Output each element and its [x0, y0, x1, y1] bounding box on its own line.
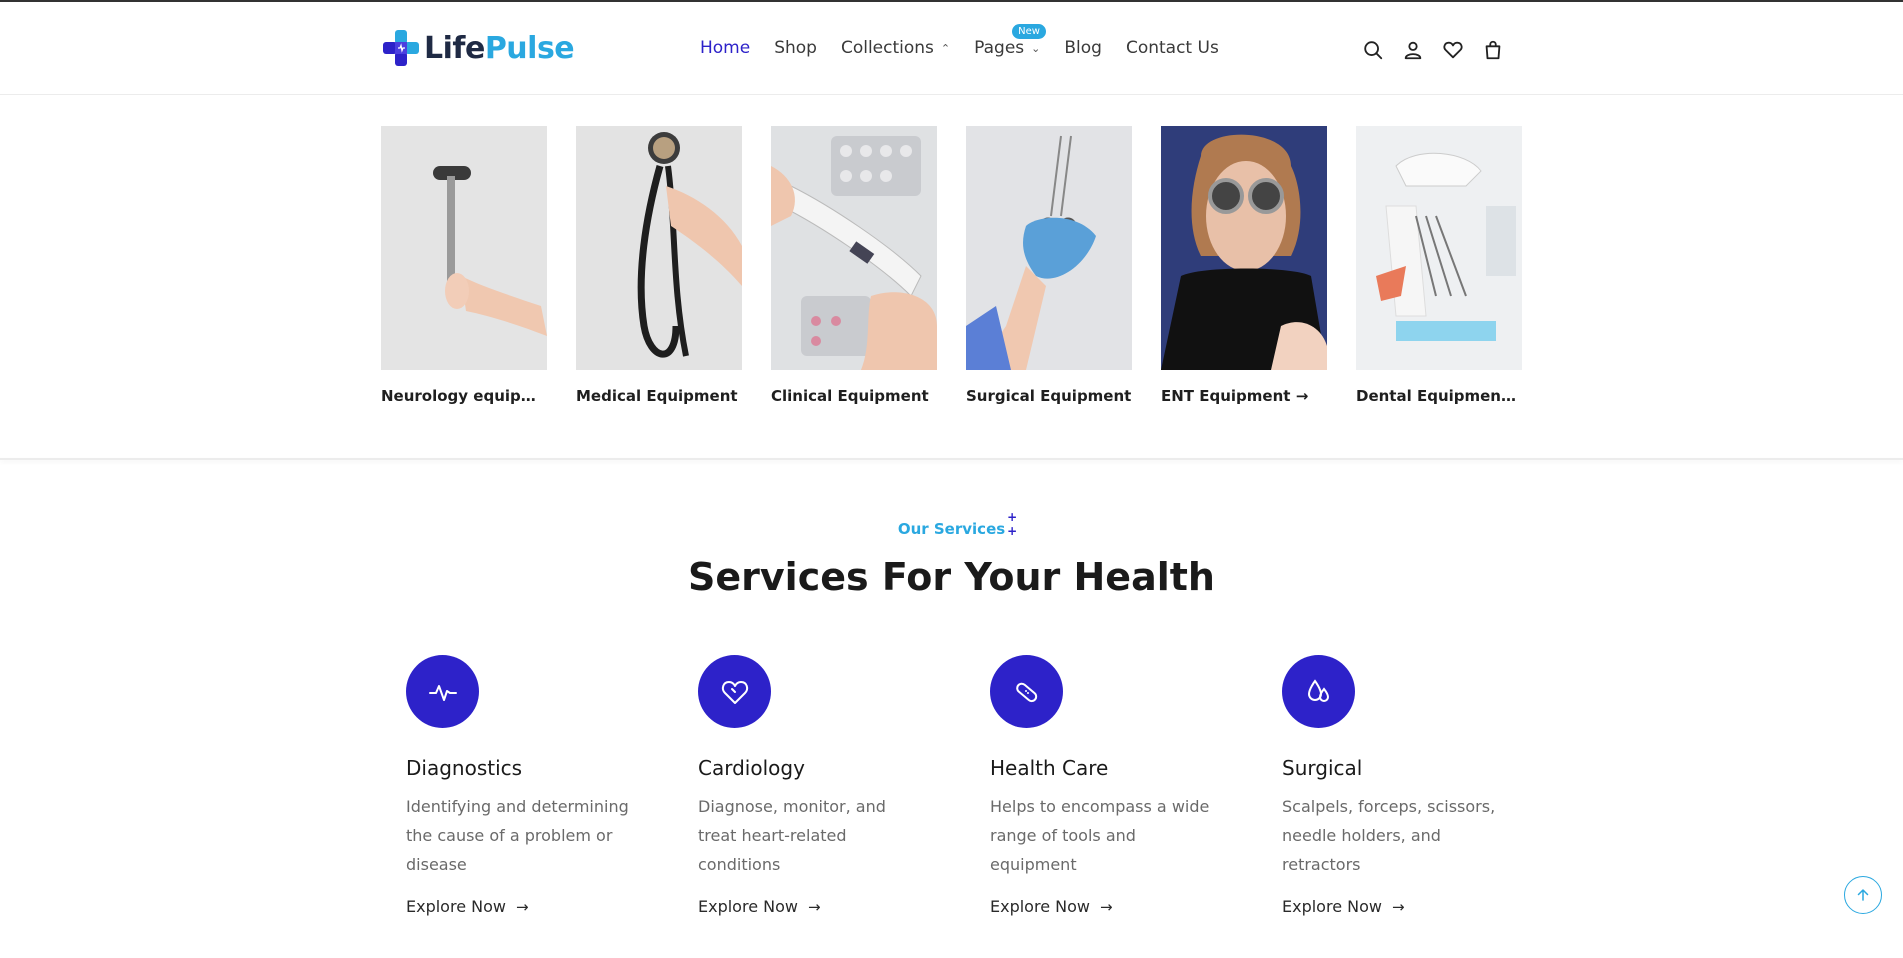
explore-now-label: Explore Now [406, 897, 506, 916]
category-carousel: Neurology equipment Medical Equipment Cl… [381, 126, 1522, 405]
nav-pages-label: Pages [974, 38, 1025, 58]
logo[interactable]: Life Pulse [381, 28, 575, 68]
nav-blog-label: Blog [1064, 38, 1102, 58]
nav-contact[interactable]: Contact Us [1126, 38, 1219, 58]
section-eyebrow: Our Services + + [0, 510, 1903, 538]
nav-home-label: Home [700, 38, 751, 58]
service-title: Health Care [990, 756, 1109, 780]
category-label-text: ENT Equipment [1161, 387, 1291, 405]
chevron-up-icon: ⌃ [940, 41, 951, 55]
arrow-right-icon: → [1391, 897, 1405, 916]
bandage-icon [990, 655, 1063, 728]
category-card[interactable]: Neurology equipment [381, 126, 547, 405]
user-icon[interactable] [1401, 38, 1425, 62]
main-nav: Home Shop Collections ⌃ Pages ⌄ New Blog Co… [700, 24, 1243, 58]
pulse-icon [406, 655, 479, 728]
category-image-stethoscope[interactable] [576, 126, 742, 370]
service-card-cardiology: Cardiology Diagnose, monitor, and treat … [698, 655, 990, 916]
nav-pages[interactable]: Pages ⌄ New [974, 24, 1046, 58]
chevron-down-icon: ⌄ [1031, 41, 1041, 55]
heart-icon [698, 655, 771, 728]
arrow-right-icon: → [515, 897, 529, 916]
category-label[interactable]: Dental Equipment → [1356, 387, 1522, 405]
site-header: Life Pulse Home Shop Collections ⌃ Pages ⌄ N… [0, 2, 1903, 95]
header-actions [1361, 38, 1521, 62]
category-card[interactable]: Medical Equipment [576, 126, 742, 405]
arrow-right-icon: → [807, 897, 821, 916]
service-description: Diagnose, monitor, and treat heart-relat… [698, 797, 886, 874]
services-grid: Diagnostics Identifying and determining … [406, 655, 1574, 916]
explore-now-label: Explore Now [698, 897, 798, 916]
category-label[interactable]: Neurology equipment [381, 387, 547, 405]
category-label[interactable]: ENT Equipment → [1161, 387, 1327, 405]
cart-icon[interactable] [1481, 38, 1505, 62]
service-title: Cardiology [698, 756, 805, 780]
service-card-health-care: Health Care Helps to encompass a wide ra… [990, 655, 1282, 916]
section-divider [0, 458, 1903, 460]
explore-now-label: Explore Now [990, 897, 1090, 916]
category-label-text: Dental Equipment [1356, 387, 1509, 405]
service-card-surgical: Surgical Scalpels, forceps, scissors, ne… [1282, 655, 1574, 916]
category-label[interactable]: Surgical Equipment [966, 387, 1132, 405]
explore-now-link[interactable]: Explore Now → [406, 897, 529, 916]
arrow-right-icon: → [1099, 897, 1113, 916]
category-image-reflex-hammer[interactable] [381, 126, 547, 370]
logo-icon [383, 30, 419, 66]
explore-now-link[interactable]: Explore Now → [990, 897, 1113, 916]
section-title: Services For Your Health [688, 555, 1215, 599]
service-title: Diagnostics [406, 756, 523, 780]
logo-text-pulse: Pulse [484, 30, 575, 66]
category-image-thermometer[interactable] [771, 126, 937, 370]
nav-shop[interactable]: Shop [774, 38, 817, 58]
category-label[interactable]: Clinical Equipment [771, 387, 937, 405]
nav-shop-label: Shop [774, 38, 817, 58]
nav-home[interactable]: Home [700, 38, 750, 58]
service-description: Scalpels, forceps, scissors, needle hold… [1282, 797, 1496, 874]
nav-collections[interactable]: Collections ⌃ [841, 38, 950, 58]
nav-collections-label: Collections [840, 38, 934, 58]
category-card[interactable]: Surgical Equipment [966, 126, 1132, 405]
nav-blog[interactable]: Blog [1064, 38, 1102, 58]
category-card[interactable]: Clinical Equipment [771, 126, 937, 405]
explore-now-link[interactable]: Explore Now → [1282, 897, 1405, 916]
category-image-scissors-glove[interactable] [966, 126, 1132, 370]
nav-contact-label: Contact Us [1125, 38, 1219, 58]
arrow-right-icon: → [1295, 387, 1309, 405]
back-to-top-button[interactable] [1844, 876, 1882, 914]
eyebrow-text: Our Services [897, 520, 1006, 538]
arrow-up-icon [1857, 889, 1869, 901]
service-description: Helps to encompass a wide range of tools… [990, 797, 1210, 874]
service-card-diagnostics: Diagnostics Identifying and determining … [406, 655, 698, 916]
category-card[interactable]: ENT Equipment → [1161, 126, 1327, 405]
explore-now-link[interactable]: Explore Now → [698, 897, 821, 916]
drops-icon [1282, 655, 1355, 728]
logo-text-life: Life [424, 30, 485, 66]
heart-icon[interactable] [1441, 38, 1465, 62]
service-description: Identifying and determining the cause of… [406, 797, 629, 874]
sparkle-icon: + + [1007, 510, 1017, 538]
category-label[interactable]: Medical Equipment [576, 387, 742, 405]
category-image-eye-test-glasses[interactable] [1161, 126, 1327, 370]
explore-now-label: Explore Now [1282, 897, 1382, 916]
service-title: Surgical [1282, 756, 1363, 780]
search-icon[interactable] [1361, 38, 1385, 62]
category-card[interactable]: Dental Equipment → [1356, 126, 1522, 405]
new-badge: New [1012, 24, 1046, 39]
category-image-dental-chair[interactable] [1356, 126, 1522, 370]
